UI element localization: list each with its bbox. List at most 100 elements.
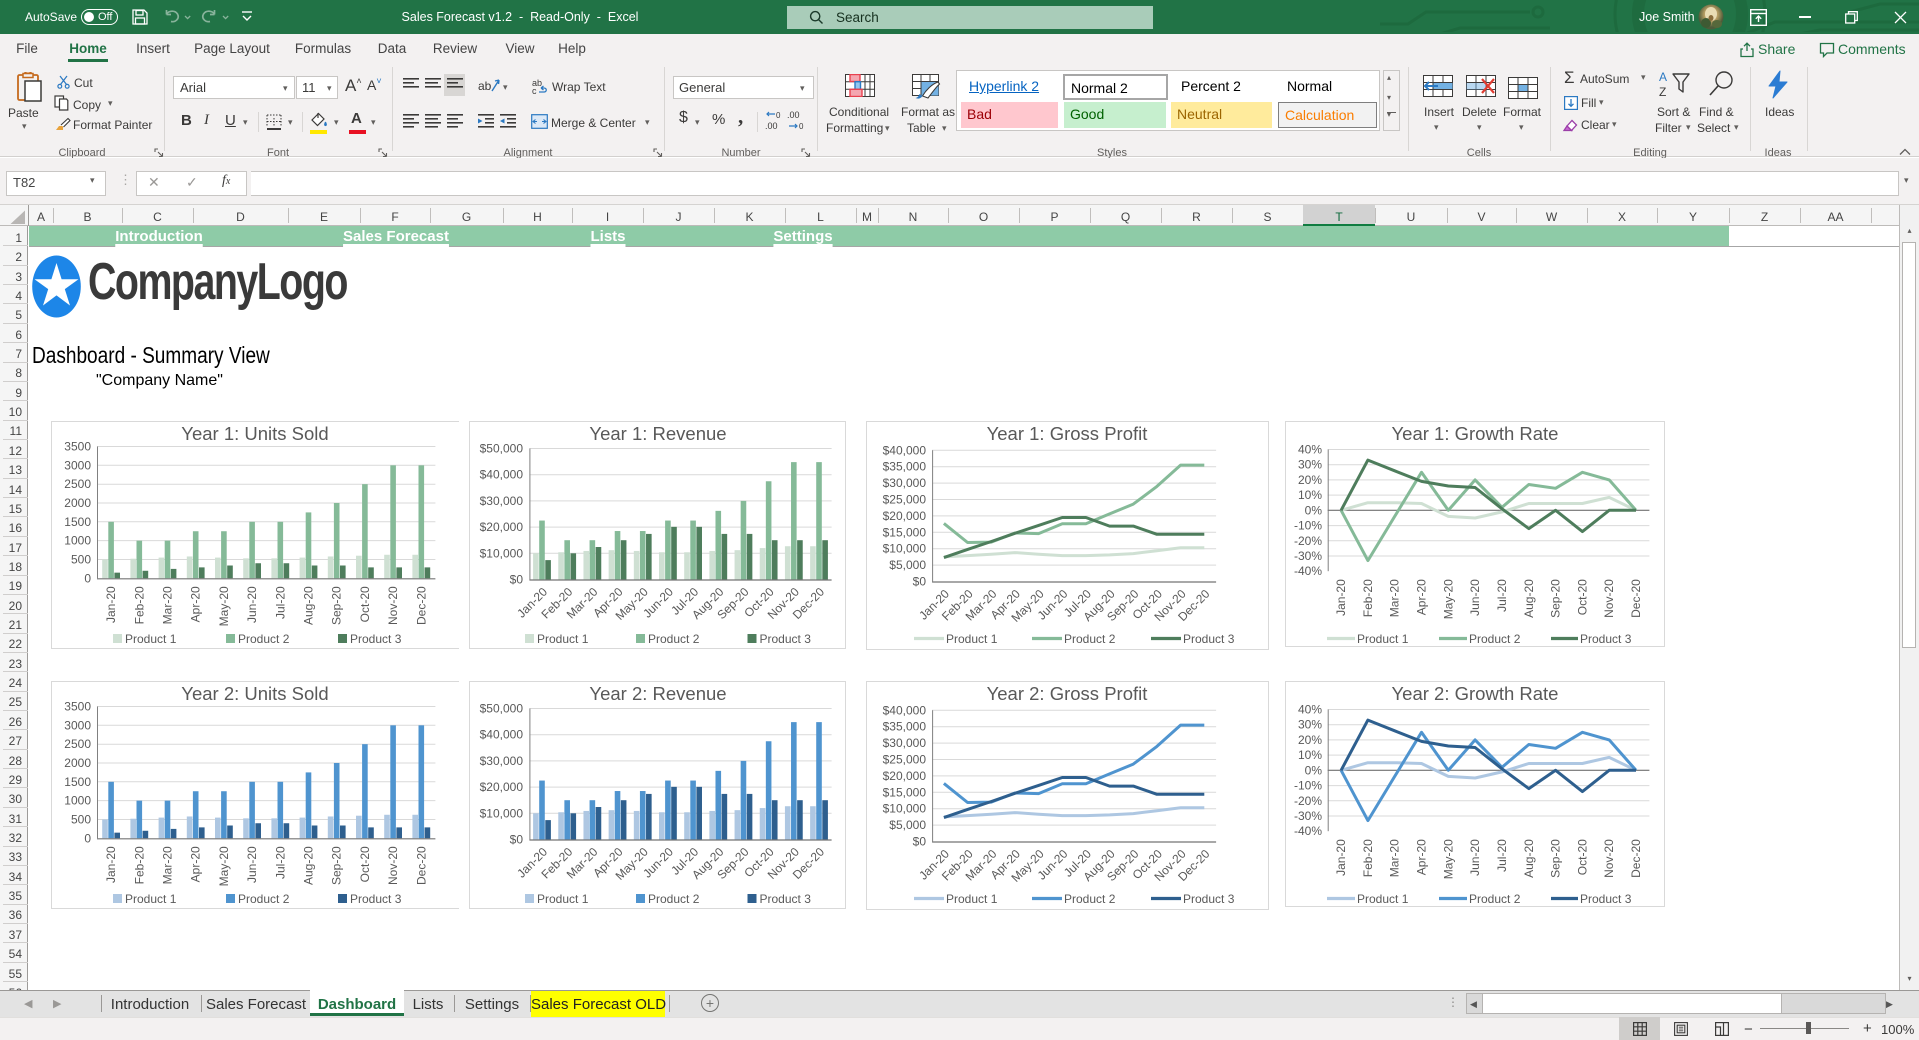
svg-text:$30,000: $30,000 [883, 476, 927, 490]
svg-text:10%: 10% [1298, 748, 1322, 762]
svg-text:$50,000: $50,000 [479, 701, 523, 715]
svg-text:Year 1: Gross Profit: Year 1: Gross Profit [987, 423, 1148, 444]
svg-text:500: 500 [71, 553, 91, 567]
svg-text:Year 2: Growth Rate: Year 2: Growth Rate [1391, 683, 1558, 704]
svg-text:A: A [1659, 70, 1667, 84]
svg-text:Year 1: Revenue: Year 1: Revenue [589, 423, 726, 444]
svg-text:Product 2: Product 2 [648, 632, 700, 646]
svg-text:$30,000: $30,000 [479, 494, 523, 508]
svg-text:$20,000: $20,000 [883, 769, 927, 783]
svg-text:Nov-20: Nov-20 [1602, 839, 1616, 878]
svg-text:Z: Z [1659, 85, 1666, 98]
svg-text:2000: 2000 [64, 756, 91, 770]
svg-text:2000: 2000 [64, 496, 91, 510]
svg-text:1000: 1000 [64, 793, 91, 807]
svg-text:$50,000: $50,000 [479, 442, 523, 456]
svg-text:Jun-20: Jun-20 [1468, 839, 1482, 876]
svg-text:Dec-20: Dec-20 [1629, 839, 1643, 878]
svg-text:30%: 30% [1298, 458, 1322, 472]
svg-text:Jan-20: Jan-20 [1334, 839, 1348, 876]
svg-text:Product 3: Product 3 [350, 892, 402, 906]
svg-text:40%: 40% [1298, 443, 1322, 457]
svg-text:-20%: -20% [1294, 534, 1322, 548]
svg-text:Feb-20: Feb-20 [132, 586, 146, 624]
svg-text:10%: 10% [1298, 488, 1322, 502]
svg-text:Nov-20: Nov-20 [1602, 579, 1616, 618]
svg-text:2500: 2500 [64, 737, 91, 751]
svg-text:Product 1: Product 1 [537, 892, 589, 906]
svg-text:Aug-20: Aug-20 [1521, 839, 1535, 878]
svg-text:May-20: May-20 [1441, 839, 1455, 879]
svg-text:1500: 1500 [64, 515, 91, 529]
svg-text:Product 3: Product 3 [350, 632, 402, 646]
svg-text:$10,000: $10,000 [883, 801, 927, 815]
svg-text:500: 500 [71, 812, 91, 826]
svg-text:Product 1: Product 1 [946, 892, 998, 906]
svg-text:Jan-20: Jan-20 [104, 846, 118, 883]
svg-text:May-20: May-20 [217, 846, 231, 886]
svg-text:Product 2: Product 2 [648, 892, 700, 906]
svg-text:Oct-20: Oct-20 [358, 846, 372, 882]
svg-text:$0: $0 [509, 832, 523, 846]
svg-text:$0: $0 [509, 573, 523, 587]
svg-text:May-20: May-20 [217, 586, 231, 626]
svg-text:Product 3: Product 3 [1580, 632, 1632, 646]
svg-text:Mar-20: Mar-20 [1387, 579, 1401, 617]
svg-text:3500: 3500 [64, 699, 91, 713]
svg-text:$10,000: $10,000 [479, 806, 523, 820]
svg-text:Oct-20: Oct-20 [1575, 579, 1589, 615]
svg-text:Mar-20: Mar-20 [1387, 839, 1401, 877]
svg-text:$40,000: $40,000 [479, 727, 523, 741]
svg-text:Aug-20: Aug-20 [1521, 579, 1535, 618]
svg-text:$20,000: $20,000 [479, 520, 523, 534]
svg-text:$15,000: $15,000 [883, 525, 927, 539]
svg-text:Dec-20: Dec-20 [1629, 579, 1643, 618]
svg-text:Nov-20: Nov-20 [386, 846, 400, 885]
svg-text:0: 0 [84, 571, 91, 585]
svg-text:.00: .00 [787, 111, 800, 120]
svg-text:$10,000: $10,000 [479, 546, 523, 560]
svg-text:$40,000: $40,000 [883, 703, 927, 717]
svg-text:$30,000: $30,000 [883, 736, 927, 750]
svg-text:Product 2: Product 2 [1064, 632, 1116, 646]
svg-text:Jul-20: Jul-20 [273, 586, 287, 619]
svg-text:Dec-20: Dec-20 [414, 846, 428, 885]
svg-text:Product 3: Product 3 [1183, 892, 1235, 906]
svg-text:Year 2: Revenue: Year 2: Revenue [589, 683, 726, 704]
svg-text:$25,000: $25,000 [883, 493, 927, 507]
svg-text:$30,000: $30,000 [479, 754, 523, 768]
svg-text:0%: 0% [1304, 763, 1322, 777]
svg-text:Sep-20: Sep-20 [1548, 839, 1562, 878]
svg-text:Apr-20: Apr-20 [1414, 839, 1428, 875]
svg-text:Product 2: Product 2 [1469, 632, 1521, 646]
svg-text:ab: ab [478, 79, 492, 93]
svg-text:3000: 3000 [64, 718, 91, 732]
svg-text:-10%: -10% [1294, 778, 1322, 792]
svg-text:$40,000: $40,000 [883, 443, 927, 457]
svg-text:Jul-20: Jul-20 [1495, 579, 1509, 612]
svg-text:Product 1: Product 1 [1357, 632, 1409, 646]
svg-text:Jul-20: Jul-20 [1495, 839, 1509, 872]
svg-text:$5,000: $5,000 [890, 558, 927, 572]
svg-text:0%: 0% [1304, 503, 1322, 517]
svg-text:Apr-20: Apr-20 [1414, 579, 1428, 615]
svg-text:$35,000: $35,000 [883, 460, 927, 474]
svg-text:May-20: May-20 [1441, 579, 1455, 619]
svg-text:40%: 40% [1298, 702, 1322, 716]
svg-text:Jan-20: Jan-20 [104, 586, 118, 623]
svg-text:Jun-20: Jun-20 [245, 586, 259, 623]
svg-text:20%: 20% [1298, 733, 1322, 747]
svg-text:Oct-20: Oct-20 [1575, 839, 1589, 875]
svg-text:-40%: -40% [1294, 564, 1322, 578]
svg-text:-10%: -10% [1294, 519, 1322, 533]
svg-text:1500: 1500 [64, 775, 91, 789]
svg-text:$15,000: $15,000 [883, 785, 927, 799]
svg-text:20%: 20% [1298, 473, 1322, 487]
svg-text:Oct-20: Oct-20 [358, 586, 372, 622]
svg-text:Apr-20: Apr-20 [189, 586, 203, 622]
svg-text:Product 2: Product 2 [238, 632, 290, 646]
svg-text:Year 2: Units Sold: Year 2: Units Sold [181, 683, 328, 704]
svg-text:$10,000: $10,000 [883, 542, 927, 556]
svg-text:$25,000: $25,000 [883, 752, 927, 766]
svg-text:1000: 1000 [64, 534, 91, 548]
